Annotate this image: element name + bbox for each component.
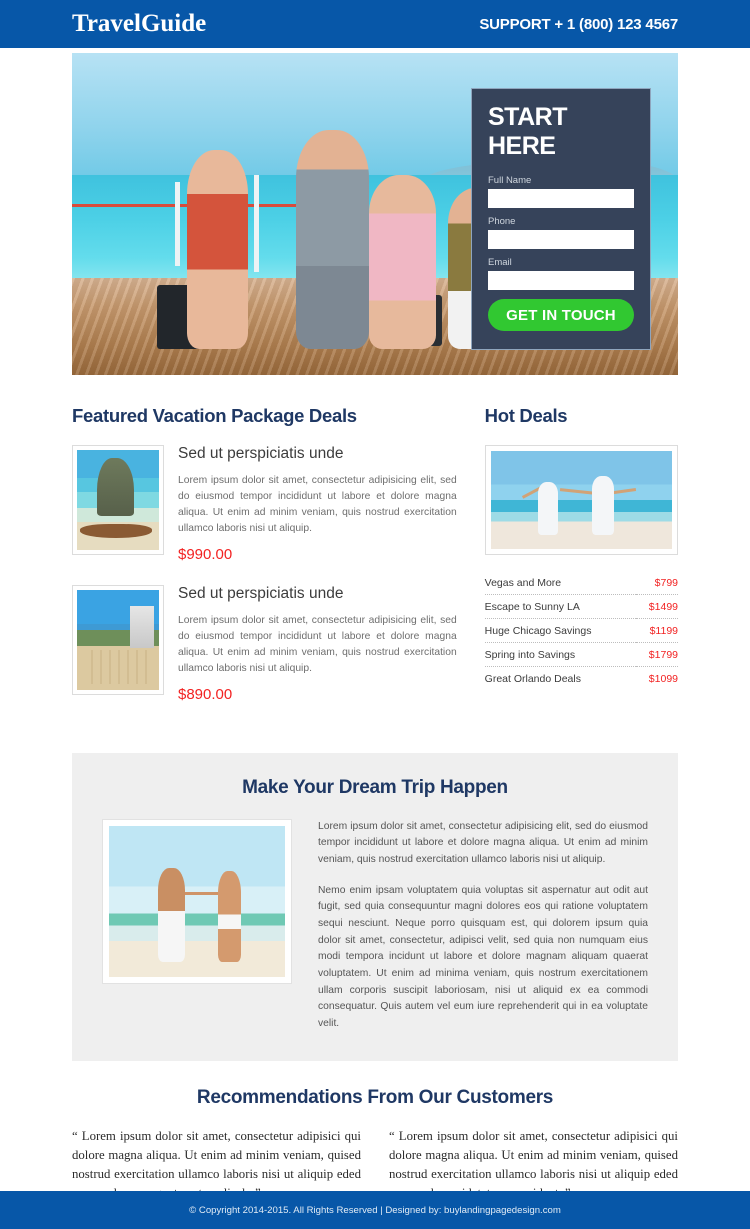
deal-thumbnail — [72, 584, 164, 695]
email-input[interactable] — [488, 271, 634, 290]
full-name-input[interactable] — [488, 189, 634, 208]
holding-hands — [184, 892, 219, 895]
hot-person-man — [592, 476, 614, 536]
dream-trip-text: Lorem ipsum dolor sit amet, consectetur … — [318, 819, 648, 1033]
hot-deal-price: $1199 — [649, 625, 678, 637]
site-logo[interactable]: TravelGuide — [72, 10, 206, 38]
hot-deal-row[interactable]: Huge Chicago Savings $1199 — [484, 619, 678, 643]
hot-deal-name: Huge Chicago Savings — [484, 625, 592, 637]
beach-city-image — [77, 589, 159, 690]
deal-price: $890.00 — [178, 685, 233, 703]
support-phone: SUPPORT + 1 (800) 123 4567 — [479, 15, 678, 33]
featured-deals-column: Featured Vacation Package Deals Sed ut p… — [72, 405, 457, 725]
email-label: Email — [488, 257, 512, 268]
beach-couple-image — [490, 451, 672, 549]
deal-body: Sed ut perspiciatis unde Lorem ipsum dol… — [178, 585, 457, 703]
deal-title: Sed ut perspiciatis unde — [178, 445, 344, 462]
hero-post — [175, 181, 181, 266]
hot-deal-row[interactable]: Escape to Sunny LA $1499 — [484, 595, 678, 619]
hot-deal-name: Great Orlando Deals — [484, 673, 581, 685]
hot-deal-row[interactable]: Vegas and More $799 — [484, 571, 678, 595]
form-title: START HERE — [488, 103, 567, 160]
hot-deal-name: Spring into Savings — [484, 649, 576, 661]
phone-input[interactable] — [488, 230, 634, 249]
featured-deal-item[interactable]: Sed ut perspiciatis unde Lorem ipsum dol… — [72, 445, 457, 563]
hot-deals-column: Hot Deals Vegas and More $799 Escape to … — [484, 405, 678, 725]
footer-copyright-text: © Copyright 2014-2015. All Rights Reserv… — [189, 1204, 445, 1216]
hot-arm — [559, 488, 596, 495]
hot-deals-title: Hot Deals — [484, 405, 568, 426]
featured-deals-title: Featured Vacation Package Deals — [72, 405, 357, 426]
deal-price: $990.00 — [178, 545, 233, 563]
hot-deals-list: Vegas and More $799 Escape to Sunny LA $… — [484, 571, 678, 691]
footer-copyright: © Copyright 2014-2015. All Rights Reserv… — [189, 1205, 561, 1216]
hot-deal-name: Vegas and More — [484, 577, 562, 589]
hot-deal-price: $1099 — [648, 673, 678, 685]
designer-link[interactable]: buylandingpagedesign.com — [444, 1205, 561, 1216]
dream-trip-photo-frame — [102, 818, 292, 984]
phone-label: Phone — [488, 216, 516, 227]
hero-person-father — [296, 130, 369, 350]
dream-person-man — [158, 867, 185, 962]
dream-trip-title: Make Your Dream Trip Happen — [242, 776, 508, 798]
hot-deal-price: $1799 — [648, 649, 678, 661]
dream-trip-row: Lorem ipsum dolor sit amet, consectetur … — [102, 818, 648, 1033]
full-name-label: Full Name — [488, 175, 532, 186]
deal-thumbnail — [72, 445, 164, 555]
get-in-touch-button[interactable]: GET IN TOUCH — [488, 299, 634, 331]
recommendations-title: Recommendations From Our Customers — [196, 1086, 554, 1108]
deal-description: Lorem ipsum dolor sit amet, consectetur … — [178, 614, 457, 674]
deal-body: Sed ut perspiciatis unde Lorem ipsum dol… — [178, 445, 457, 563]
deal-description: Lorem ipsum dolor sit amet, consectetur … — [178, 475, 457, 534]
hot-deals-image-frame — [484, 445, 678, 555]
main-content: Featured Vacation Package Deals Sed ut p… — [0, 375, 750, 725]
hero-person-girl — [368, 175, 436, 350]
dream-person-woman — [218, 870, 241, 962]
lead-capture-form: START HERE Full Name Phone Email GET IN … — [471, 88, 651, 350]
deal-title: Sed ut perspiciatis unde — [178, 584, 344, 602]
beach-rock-image — [77, 450, 159, 550]
site-header: TravelGuide SUPPORT + 1 (800) 123 4567 — [0, 0, 750, 48]
hot-deal-row[interactable]: Spring into Savings $1799 — [484, 643, 678, 667]
featured-deal-item[interactable]: Sed ut perspiciatis unde Lorem ipsum dol… — [72, 584, 457, 703]
hero-post — [253, 175, 259, 272]
hero-section: START HERE Full Name Phone Email GET IN … — [0, 48, 750, 375]
beach-couple-walking-image — [109, 825, 285, 977]
hot-deal-row[interactable]: Great Orlando Deals $1099 — [485, 667, 678, 691]
dream-trip-section: Make Your Dream Trip Happen Lorem ipsum … — [72, 752, 678, 1061]
hot-deal-name: Escape to Sunny LA — [484, 601, 580, 613]
hero-person-mother — [187, 149, 248, 350]
hot-person-woman — [537, 482, 558, 536]
hero-banner: START HERE Full Name Phone Email GET IN … — [72, 53, 678, 375]
hot-deal-price: $799 — [654, 577, 678, 589]
dream-paragraph: Nemo enim ipsam voluptatem quia voluptas… — [318, 884, 648, 1030]
hot-deal-price: $1499 — [648, 601, 678, 613]
dream-paragraph: Lorem ipsum dolor sit amet, consectetur … — [318, 820, 648, 865]
site-footer: © Copyright 2014-2015. All Rights Reserv… — [0, 1191, 750, 1229]
